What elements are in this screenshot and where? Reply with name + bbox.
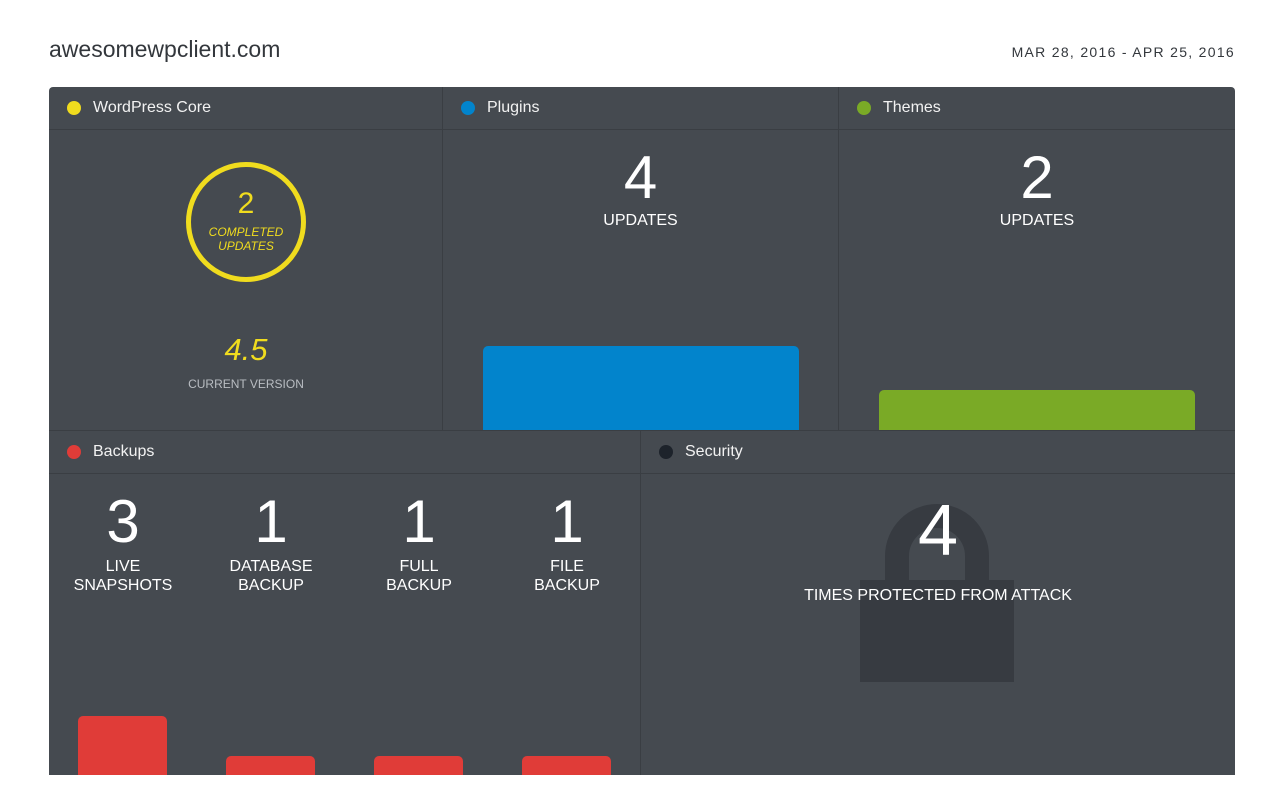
current-version-label: CURRENT VERSION xyxy=(188,377,304,391)
full-backup-bar xyxy=(374,756,463,775)
full-backup-label: FULL BACKUP xyxy=(386,558,452,594)
wordpress-core-panel: WordPress Core 2 COMPLETED UPDATES 4.5 C… xyxy=(49,87,443,430)
security-dot-icon xyxy=(659,445,673,459)
plugins-header: Plugins xyxy=(443,87,838,130)
plugins-dot-icon xyxy=(461,101,475,115)
backups-panel: Backups 3 LIVE SNAPSHOTS 1 DATABASE BACK… xyxy=(49,430,641,775)
database-backup-label: DATABASE BACKUP xyxy=(229,558,313,594)
wordpress-core-title: WordPress Core xyxy=(93,99,211,116)
plugins-title: Plugins xyxy=(487,99,540,116)
completed-updates-ring: 2 COMPLETED UPDATES xyxy=(186,162,306,282)
database-backup-stat: 1 DATABASE BACKUP xyxy=(197,475,345,775)
themes-bar xyxy=(879,390,1195,430)
database-backup-count: 1 xyxy=(254,488,288,555)
completed-updates-label: COMPLETED UPDATES xyxy=(208,225,284,253)
themes-title: Themes xyxy=(883,99,941,116)
live-snapshots-count: 3 xyxy=(106,488,140,555)
date-range: MAR 28, 2016 - APR 25, 2016 xyxy=(1011,44,1235,60)
database-backup-bar xyxy=(226,756,315,775)
security-header: Security xyxy=(641,431,1235,474)
security-panel: Security 4 TIMES PROTECTED FROM ATTACK xyxy=(641,430,1235,775)
full-backup-count: 1 xyxy=(402,488,436,555)
attacks-blocked-label: TIMES PROTECTED FROM ATTACK xyxy=(804,587,1072,604)
report-dashboard: WordPress Core 2 COMPLETED UPDATES 4.5 C… xyxy=(49,87,1235,775)
backups-dot-icon xyxy=(67,445,81,459)
current-version: 4.5 xyxy=(224,332,268,367)
backups-header: Backups xyxy=(49,431,640,474)
file-backup-bar xyxy=(522,756,611,775)
wordpress-core-dot-icon xyxy=(67,101,81,115)
live-snapshots-bar xyxy=(78,716,167,775)
live-snapshots-stat: 3 LIVE SNAPSHOTS xyxy=(49,475,197,775)
site-title: awesomewpclient.com xyxy=(49,36,281,62)
security-title: Security xyxy=(685,443,743,460)
attacks-blocked-count: 4 xyxy=(917,491,959,571)
live-snapshots-label: LIVE SNAPSHOTS xyxy=(73,558,173,594)
plugins-panel: Plugins 4 UPDATES xyxy=(443,87,839,430)
completed-updates-count: 2 xyxy=(237,187,255,220)
themes-panel: Themes 2 UPDATES xyxy=(839,87,1235,430)
file-backup-stat: 1 FILE BACKUP xyxy=(493,475,640,775)
file-backup-label: FILE BACKUP xyxy=(534,558,600,594)
file-backup-count: 1 xyxy=(550,488,584,555)
wordpress-core-header: WordPress Core xyxy=(49,87,442,130)
themes-dot-icon xyxy=(857,101,871,115)
plugins-bar xyxy=(483,346,799,430)
full-backup-stat: 1 FULL BACKUP xyxy=(345,475,493,775)
themes-header: Themes xyxy=(839,87,1235,130)
backups-title: Backups xyxy=(93,443,155,460)
